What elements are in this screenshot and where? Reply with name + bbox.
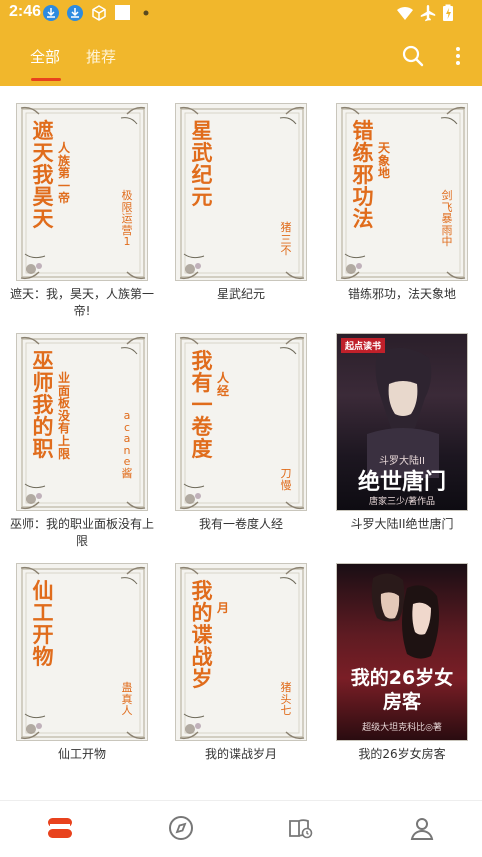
dot-icon	[142, 4, 150, 26]
book-cover[interactable]: 仙工开物蛊真人	[16, 563, 148, 741]
cover-author: 极限运营1	[121, 189, 133, 249]
book-title[interactable]: 我有一卷度人经	[166, 516, 316, 533]
cover-author: acane酱	[121, 409, 133, 480]
status-bar: 2:46	[0, 0, 482, 26]
cover-author: 猪三不	[280, 221, 292, 258]
cover-subtitle: 业面板没有上限	[57, 371, 70, 461]
cover-title: 遮天我昊天	[32, 119, 54, 232]
bookshelf-icon[interactable]	[47, 815, 73, 845]
wifi-icon	[396, 4, 414, 26]
bottom-nav	[0, 800, 482, 857]
book-title[interactable]: 星武纪元	[166, 286, 316, 303]
poster-author: 超级大坦克科比◎著	[362, 723, 442, 733]
cover-title: 我有一卷度	[191, 349, 213, 462]
cover-title: 我的谍战岁	[191, 579, 213, 692]
cover-subtitle: 月	[216, 601, 229, 615]
book-cover[interactable]: 我有一卷度人经刀慢	[175, 333, 307, 511]
bookshelf-grid: 遮天我昊天人族第一帝极限运营 1 遮天：我，昊天，人族第一帝! 星武纪元猪三不星武纪…	[0, 86, 482, 800]
cover-author: 剑飞暴雨中	[441, 189, 453, 249]
cover-title: 仙工开物	[32, 579, 54, 670]
tab-recommended[interactable]: 推荐	[86, 46, 116, 67]
book-title[interactable]: 遮天：我，昊天，人族第一帝!	[7, 286, 157, 320]
book-title[interactable]: 巫师：我的职业面板没有上限	[7, 516, 157, 550]
tab-all[interactable]: 全部	[30, 46, 60, 67]
cover-title: 星武纪元	[191, 119, 213, 210]
tab-indicator	[31, 78, 61, 81]
book-title[interactable]: 我的26岁女房客	[327, 746, 477, 763]
search-icon[interactable]	[402, 45, 424, 71]
status-time: 2:46	[9, 3, 42, 20]
download-icon	[66, 4, 84, 26]
book-cover[interactable]: 星武纪元猪三不	[175, 103, 307, 281]
cover-author: 刀慢	[280, 467, 292, 492]
airplane-icon	[419, 4, 437, 26]
book-history-icon[interactable]	[288, 815, 314, 845]
cover-subtitle: 天象地	[377, 141, 390, 181]
book-title[interactable]: 错练邪功，法天象地	[327, 286, 477, 303]
poster-author: 唐家三少/著作品	[368, 497, 436, 507]
cover-subtitle: 人经	[216, 371, 229, 398]
cover-author: 蛊真人	[121, 681, 133, 718]
book-cover[interactable]: 起点读书 斗罗大陆II 绝世唐门 唐家三少/著作品	[336, 333, 468, 511]
book-cover[interactable]: 我的26岁女房客超级大坦克科比◎著	[336, 563, 468, 741]
cover-subtitle: 人族第一帝	[57, 141, 70, 206]
book-title[interactable]: 斗罗大陆II绝世唐门	[327, 516, 477, 533]
book-cover[interactable]: 我的谍战岁月猪头七	[175, 563, 307, 741]
profile-icon[interactable]	[409, 815, 435, 845]
square-icon	[115, 4, 131, 26]
poster-logo: 起点读书	[341, 338, 386, 353]
poster-title: 我的26岁女房客	[350, 667, 454, 713]
download-icon	[42, 4, 60, 26]
more-vert-icon[interactable]	[449, 45, 467, 71]
book-cover[interactable]: 遮天我昊天人族第一帝极限运营1	[16, 103, 148, 281]
poster-title: 绝世唐门	[357, 470, 446, 495]
book-cover[interactable]: 巫师我的职业面板没有上限 acane酱	[16, 333, 148, 511]
cover-title: 错练邪功法	[352, 119, 374, 232]
app-bar: 全部 推荐	[0, 26, 482, 86]
battery-icon	[442, 4, 454, 26]
book-title[interactable]: 仙工开物	[7, 746, 157, 763]
compass-icon[interactable]	[168, 815, 194, 845]
book-title[interactable]: 我的谍战岁月	[166, 746, 316, 763]
cover-author: 猪头七	[280, 681, 292, 718]
cover-title: 巫师我的职	[32, 349, 54, 462]
book-cover[interactable]: 错练邪功法天象地剑飞暴雨中	[336, 103, 468, 281]
package-icon	[90, 4, 108, 26]
